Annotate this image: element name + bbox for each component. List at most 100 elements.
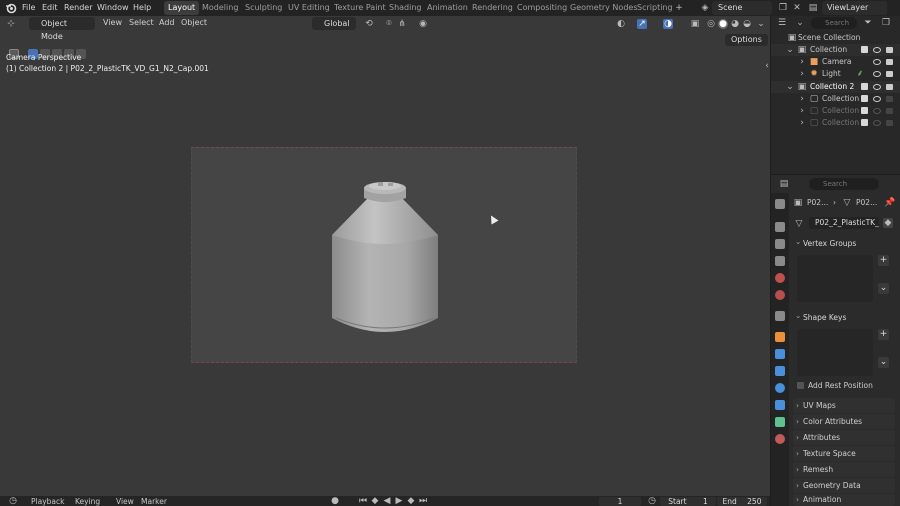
tab-rendering[interactable]: Rendering [472,3,513,12]
current-frame-field[interactable]: 1 [599,497,641,506]
menu-file[interactable]: File [22,3,35,12]
tool-tab-icon[interactable] [775,199,785,209]
shape-keys-list[interactable] [797,329,873,376]
expand-arrow-icon[interactable]: ⌄ [785,82,795,92]
expand-arrow-icon[interactable]: › [797,94,807,104]
exclude-checkbox[interactable] [861,46,868,53]
visibility-eye-icon[interactable] [873,120,881,126]
add-vertex-group-button[interactable]: + [878,255,889,266]
texture-space-panel[interactable]: Texture Space [793,446,895,461]
render-camera-icon[interactable] [886,120,893,126]
outliner-row-scene-collection[interactable]: ▣ Scene Collection [771,32,900,44]
exclude-checkbox[interactable] [861,83,868,90]
viewport-menu-select[interactable]: Select [129,18,154,27]
mesh-name-field[interactable]: P02_2_PlasticTK_... [809,217,879,229]
particles-tab-icon[interactable] [775,366,785,376]
color-attributes-panel[interactable]: Color Attributes [793,414,895,429]
expand-arrow-icon[interactable]: › [797,57,807,67]
outliner-row-subcollection-1[interactable]: › ▢ Collection [771,93,900,105]
shape-keys-panel-header[interactable]: Shape Keys [793,309,895,324]
tab-texture-paint[interactable]: Texture Paint [334,3,386,12]
visibility-eye-icon[interactable] [873,47,881,53]
expand-arrow-icon[interactable]: ⌄ [785,45,795,55]
outliner-search-input[interactable]: Search [811,17,857,29]
exclude-checkbox[interactable] [861,107,868,114]
proportional-editing-icon[interactable]: ◉ [418,19,428,29]
vertex-groups-panel-header[interactable]: Vertex Groups [793,235,895,250]
attributes-panel[interactable]: Attributes [793,430,895,445]
visibility-eye-icon[interactable] [873,84,881,90]
tab-layout[interactable]: Layout [164,1,200,15]
add-shape-key-button[interactable]: + [878,329,889,340]
tab-shading[interactable]: Shading [389,3,422,12]
view-layer-selector[interactable]: ViewLayer [822,1,887,15]
render-camera-icon[interactable] [886,59,893,65]
outliner-editor-icon[interactable]: ☰ [777,18,787,28]
outliner-row-light[interactable]: › ✹ Light ⸙ [771,68,900,80]
tab-compositing[interactable]: Compositing [517,3,567,12]
jump-end-icon[interactable]: ⏭ [418,496,428,506]
visibility-eye-icon[interactable] [873,59,881,65]
shading-solid-icon[interactable]: ● [718,19,728,29]
pin-icon[interactable]: 📌 [884,198,895,208]
play-reverse-icon[interactable]: ◀ [382,496,392,506]
view-layer-icon[interactable]: ▤ [808,3,818,13]
add-rest-position-checkbox[interactable] [797,382,804,389]
menu-window[interactable]: Window [97,3,129,12]
visibility-eye-icon[interactable] [873,71,881,77]
play-icon[interactable]: ▶ [394,496,404,506]
view-layer-tab-icon[interactable] [775,256,785,266]
mesh-data-icon[interactable]: ▽ [794,219,804,229]
modifiers-tab-icon[interactable] [775,349,785,359]
plastic-tank-object[interactable] [192,148,578,364]
new-scene-icon[interactable]: ❐ [778,3,788,13]
shading-rendered-icon[interactable]: ◒ [742,19,752,29]
options-dropdown[interactable]: Options [725,34,768,46]
outliner-row-camera[interactable]: › ■ Camera [771,56,900,68]
viewport-menu-object[interactable]: Object [181,18,207,27]
blender-logo-icon[interactable] [5,2,17,14]
jump-keyframe-back-icon[interactable]: ◆ [370,496,380,506]
3d-viewport[interactable]: ⊹ Object Mode View Select Add Object Glo… [0,16,770,506]
timeline-menu-view[interactable]: View [116,497,134,506]
properties-search-input[interactable]: Search [809,178,879,190]
remesh-panel[interactable]: Remesh [793,462,895,477]
output-tab-icon[interactable] [775,239,785,249]
timeline-menu-marker[interactable]: Marker [141,497,167,506]
expand-arrow-icon[interactable]: › [797,69,807,79]
delete-scene-icon[interactable]: ✕ [792,3,802,13]
render-camera-icon[interactable] [886,47,893,53]
data-tab-icon[interactable] [775,417,785,427]
vertex-groups-list[interactable] [797,255,873,302]
geometry-data-panel[interactable]: Geometry Data [793,478,895,493]
animation-panel[interactable]: Animation [793,494,895,506]
shading-material-icon[interactable]: ◕ [730,19,740,29]
transform-orientation-dropdown[interactable]: Global [312,17,356,30]
timeline-menu-playback[interactable]: Playback [31,497,64,506]
viewport-menu-add[interactable]: Add [159,18,175,27]
editor-type-icon[interactable]: ⊹ [6,19,16,29]
exclude-checkbox[interactable] [861,119,868,126]
tab-scripting[interactable]: Scripting [637,3,673,12]
mode-dropdown[interactable]: Object Mode [29,17,95,41]
breadcrumb-mesh[interactable]: P02... [856,198,877,207]
start-frame-field[interactable]: Start 1 [660,497,716,506]
shape-key-menu-icon[interactable]: ⌄ [878,357,889,368]
expand-arrow-icon[interactable]: › [797,118,807,128]
jump-start-icon[interactable]: ⏮ [358,496,368,506]
outliner-filter-icon[interactable]: ⏷ [863,18,873,28]
menu-render[interactable]: Render [64,3,92,12]
visibility-icon[interactable]: ◐ [616,19,626,29]
record-icon[interactable]: ● [330,496,340,506]
tab-animation[interactable]: Animation [427,3,468,12]
fake-user-shield-icon[interactable]: ◆ [883,218,893,228]
tab-modeling[interactable]: Modeling [202,3,238,12]
object-tab-icon[interactable] [775,332,785,342]
render-camera-icon[interactable] [886,96,893,102]
snap-target-icon[interactable]: ⋔ [397,19,407,29]
shading-wireframe-icon[interactable]: ◎ [706,19,716,29]
overlays-toggle-icon[interactable]: ◑ [663,19,673,29]
add-workspace-icon[interactable]: + [674,3,684,13]
preview-range-icon[interactable]: ◷ [647,496,657,506]
breadcrumb-object[interactable]: P02... [807,198,828,207]
